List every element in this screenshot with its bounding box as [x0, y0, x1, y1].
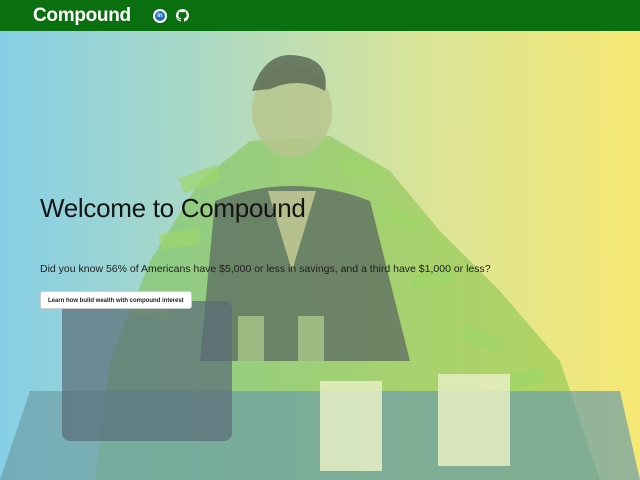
hero-illustration — [0, 55, 640, 480]
hero-title: Welcome to Compound — [40, 193, 306, 223]
learn-more-button[interactable]: Learn how build wealth with compound int… — [40, 291, 192, 309]
navbar: Compound in — [0, 0, 640, 31]
github-icon[interactable] — [175, 9, 189, 22]
linkedin-icon[interactable]: in — [152, 8, 167, 23]
hero-description: Did you know 56% of Americans have $5,00… — [40, 263, 491, 275]
social-links: in — [152, 8, 189, 23]
linkedin-glyph: in — [154, 10, 165, 21]
brand-logo[interactable]: Compound — [33, 5, 131, 27]
